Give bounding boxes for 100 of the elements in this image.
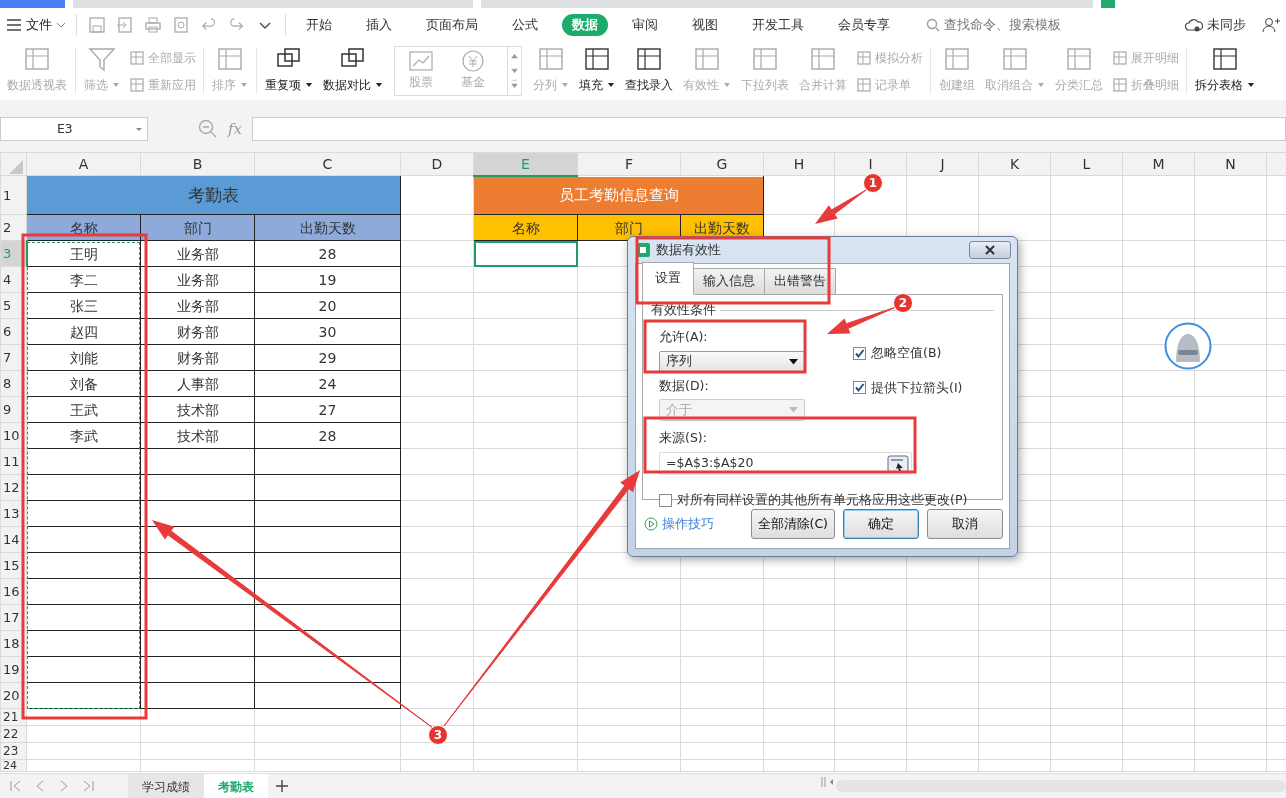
column-header[interactable]: J	[906, 152, 979, 176]
column-header[interactable]: K	[978, 152, 1051, 176]
play-icon	[644, 517, 658, 531]
caret-icon	[112, 81, 120, 89]
table-cell: 财务部	[140, 344, 255, 371]
ribbon-button[interactable]: 填充	[574, 42, 620, 100]
table-icon	[1112, 76, 1128, 93]
column-header[interactable]: A	[26, 152, 141, 176]
checkbox-label: 忽略空值(B)	[871, 343, 942, 362]
file-menu-button[interactable]: 文件	[22, 11, 70, 39]
table-cell: 人事部	[140, 370, 255, 397]
range-select-icon[interactable]	[887, 454, 909, 473]
ribbon-tab[interactable]: 审阅	[622, 14, 668, 36]
avatar-icon[interactable]	[1164, 322, 1212, 370]
preview-icon[interactable]	[172, 16, 190, 34]
table-cell: 24	[254, 370, 401, 397]
ribbon-tab[interactable]: 会员专享	[828, 14, 900, 36]
ribbon-button[interactable]: 拆分表格	[1190, 42, 1260, 100]
table-cell: 27	[254, 396, 401, 423]
print-icon[interactable]	[144, 16, 162, 34]
chevron-down-icon	[56, 21, 66, 29]
selected-cell[interactable]	[473, 240, 578, 267]
column-header[interactable]: L	[1050, 152, 1123, 176]
table-cell: 业务部	[140, 266, 255, 293]
field-label: 来源(S):	[659, 429, 708, 448]
table-icon	[692, 45, 722, 73]
caret-icon	[789, 358, 798, 365]
column-header[interactable]: H	[763, 152, 835, 176]
tips-link[interactable]: 操作技巧	[662, 514, 714, 534]
column-header[interactable]: F	[577, 152, 681, 176]
dropdown[interactable]: 序列	[659, 350, 805, 373]
group-label: 有效性条件	[651, 301, 716, 319]
search-icon	[926, 18, 940, 32]
ribbon-button[interactable]: 数据对比	[318, 42, 388, 100]
gallery-scroll-icon[interactable]	[507, 47, 521, 95]
table-icon	[22, 45, 52, 73]
name-box[interactable]: E3	[0, 117, 148, 141]
row-header[interactable]: 1	[0, 175, 27, 215]
ribbon-button[interactable]: 查找录入	[620, 42, 678, 100]
column-header[interactable]: G	[680, 152, 764, 176]
column-header[interactable]: C	[254, 152, 401, 176]
ribbon-tab[interactable]: 视图	[682, 14, 728, 36]
column-header[interactable]: D	[400, 152, 474, 176]
table-icon	[536, 45, 566, 73]
table-icon	[129, 76, 145, 93]
table-icon	[129, 49, 145, 66]
dialog-button[interactable]: 全部清除(C)	[750, 509, 835, 539]
table-icon	[634, 45, 664, 73]
menu-icon[interactable]	[6, 18, 22, 32]
check-icon	[854, 382, 865, 394]
ribbon-tab[interactable]: 开始	[296, 14, 342, 36]
ribbon-tab[interactable]: 开发工具	[742, 14, 814, 36]
column-header[interactable]: N	[1194, 152, 1267, 176]
save-icon[interactable]	[88, 16, 106, 34]
corner-icon[interactable]	[0, 152, 27, 176]
table-icon	[750, 45, 780, 73]
close-icon	[984, 245, 996, 255]
dialog-button[interactable]: 确定	[843, 509, 919, 539]
ribbon-tab[interactable]: 插入	[356, 14, 402, 36]
checkbox[interactable]	[853, 346, 866, 360]
coin-icon	[460, 48, 486, 73]
sheet-tab[interactable]: 学习成绩	[128, 774, 204, 798]
column-heading: 出勤天数	[254, 214, 401, 241]
zoom-out-icon[interactable]	[198, 119, 218, 139]
dialog-tab[interactable]: 设置	[642, 262, 694, 295]
caret-icon	[375, 81, 383, 89]
caret-icon	[305, 81, 313, 89]
column-heading: 部门	[140, 214, 255, 241]
checkbox[interactable]	[853, 381, 866, 395]
table-icon	[856, 49, 872, 66]
ribbon-tab[interactable]: 页面布局	[416, 14, 488, 36]
formula-field[interactable]	[252, 117, 1286, 141]
source-field[interactable]: =$A$3:$A$20	[659, 452, 912, 475]
table-icon	[1210, 45, 1240, 73]
dialog-tab[interactable]: 输入信息	[693, 268, 765, 295]
formula-label: fx	[228, 118, 242, 140]
step-badge: 3	[428, 725, 448, 745]
column-header[interactable]: I	[834, 152, 907, 176]
sync-status[interactable]: 未同步	[1207, 15, 1246, 35]
add-user-icon[interactable]	[1262, 17, 1280, 33]
column-header[interactable]: B	[140, 152, 255, 176]
column-header[interactable]: M	[1122, 152, 1195, 176]
add-sheet-icon[interactable]	[274, 778, 290, 794]
ribbon-tab[interactable]: 公式	[502, 14, 548, 36]
column-heading: 名称	[473, 214, 578, 241]
table-icon	[856, 76, 872, 93]
dialog-title: 数据有效性	[656, 241, 721, 260]
export-icon[interactable]	[116, 16, 134, 34]
ribbon-button[interactable]: 重复项	[260, 42, 318, 100]
table-cell: 19	[254, 266, 401, 293]
table-icon	[1064, 45, 1094, 73]
caret-icon	[1037, 81, 1045, 89]
arrow	[827, 306, 897, 334]
close-button[interactable]	[969, 241, 1011, 259]
field-label: 允许(A):	[659, 327, 709, 346]
caret-icon	[723, 81, 731, 89]
checkbox[interactable]	[659, 493, 672, 507]
dialog-button[interactable]: 取消	[927, 509, 1003, 539]
table-cell: 29	[254, 344, 401, 371]
table-icon	[942, 45, 972, 73]
